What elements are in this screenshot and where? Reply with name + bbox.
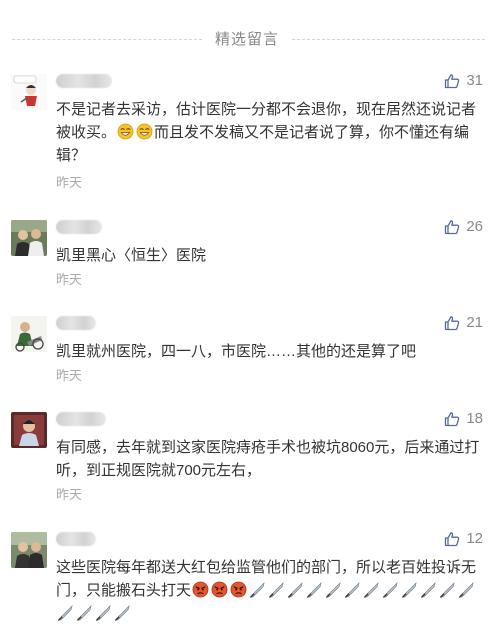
like-button[interactable]: 12 xyxy=(444,530,483,547)
grin-emoji-icon xyxy=(117,123,134,140)
section-header: 精选留言 xyxy=(0,0,497,74)
avatar-image xyxy=(11,74,47,110)
knife-emoji-icon xyxy=(95,604,111,621)
commenter-name-blurred[interactable] xyxy=(56,220,102,234)
comment-time: 昨天 xyxy=(56,368,83,383)
like-button[interactable]: 21 xyxy=(444,314,483,331)
knife-emoji-icon xyxy=(401,581,417,598)
avatar-image xyxy=(11,412,47,448)
comment-text: 不是记者去采访，估计医院一分都不会退你，现在居然还说记者被收买。 而且发不发稿又不… xyxy=(56,101,477,164)
knife-emoji-icon xyxy=(344,581,360,598)
knife-emoji-icon xyxy=(439,581,455,598)
comment-time: 昨天 xyxy=(56,272,83,287)
comment-time: 昨天 xyxy=(56,175,83,190)
knife-emoji-icon xyxy=(306,581,322,598)
commenter-name-blurred[interactable] xyxy=(56,532,96,546)
comment-text: 有同感，去年就到这家医院痔疮手术也被坑8060元，后来通过打听，到正规医院就70… xyxy=(56,439,480,479)
commenter-name-blurred[interactable] xyxy=(56,412,106,426)
comment-time: 昨天 xyxy=(56,487,83,502)
divider-right xyxy=(292,39,485,41)
avatar-image xyxy=(11,316,47,352)
knife-emoji-icon xyxy=(420,581,436,598)
knife-emoji-icon xyxy=(325,581,341,598)
knife-emoji-icon xyxy=(114,604,130,621)
knife-emoji-icon xyxy=(363,581,379,598)
thumbs-up-icon xyxy=(445,411,460,426)
avatar-image xyxy=(11,220,47,256)
knife-emoji-icon xyxy=(76,604,92,621)
knife-emoji-icon xyxy=(57,604,73,621)
thumbs-up-icon xyxy=(445,531,460,546)
thumbs-up-icon xyxy=(445,315,460,330)
avatar[interactable] xyxy=(11,316,47,352)
avatar[interactable] xyxy=(11,220,47,256)
thumbs-up-icon xyxy=(445,219,460,234)
like-count: 18 xyxy=(466,410,483,427)
avatar-image xyxy=(11,532,47,568)
like-count: 21 xyxy=(466,314,483,331)
angry-emoji-icon xyxy=(211,581,228,598)
comment-text: 凯里黑心〈恒生〉医院 xyxy=(56,247,207,264)
commenter-name-blurred[interactable] xyxy=(56,74,112,88)
thumbs-up-icon xyxy=(445,73,460,88)
like-count: 12 xyxy=(466,530,483,547)
knife-emoji-icon xyxy=(287,581,303,598)
like-button[interactable]: 26 xyxy=(444,218,483,235)
like-count: 31 xyxy=(466,72,483,89)
knife-emoji-icon xyxy=(249,581,265,598)
like-button[interactable]: 18 xyxy=(444,410,483,427)
knife-emoji-icon xyxy=(382,581,398,598)
comment-text: 这些医院每年都送大红包给监管他们的部门，所以老百姓投诉无门，只能搬石头打天 xyxy=(56,556,481,625)
divider-left xyxy=(12,39,202,41)
commenter-name-blurred[interactable] xyxy=(56,316,96,330)
like-button[interactable]: 31 xyxy=(444,72,483,89)
avatar[interactable] xyxy=(11,532,47,568)
avatar[interactable] xyxy=(11,74,47,110)
angry-emoji-icon xyxy=(192,581,209,598)
angry-emoji-icon xyxy=(230,581,247,598)
knife-emoji-icon xyxy=(268,581,284,598)
section-title: 精选留言 xyxy=(214,31,279,48)
comment-text: 凯里就州医院，四一八，市医院……其他的还是算了吧 xyxy=(56,343,417,360)
avatar[interactable] xyxy=(11,412,47,448)
knife-emoji-icon xyxy=(458,581,474,598)
like-count: 26 xyxy=(466,218,483,235)
grin-emoji-icon xyxy=(136,123,153,140)
